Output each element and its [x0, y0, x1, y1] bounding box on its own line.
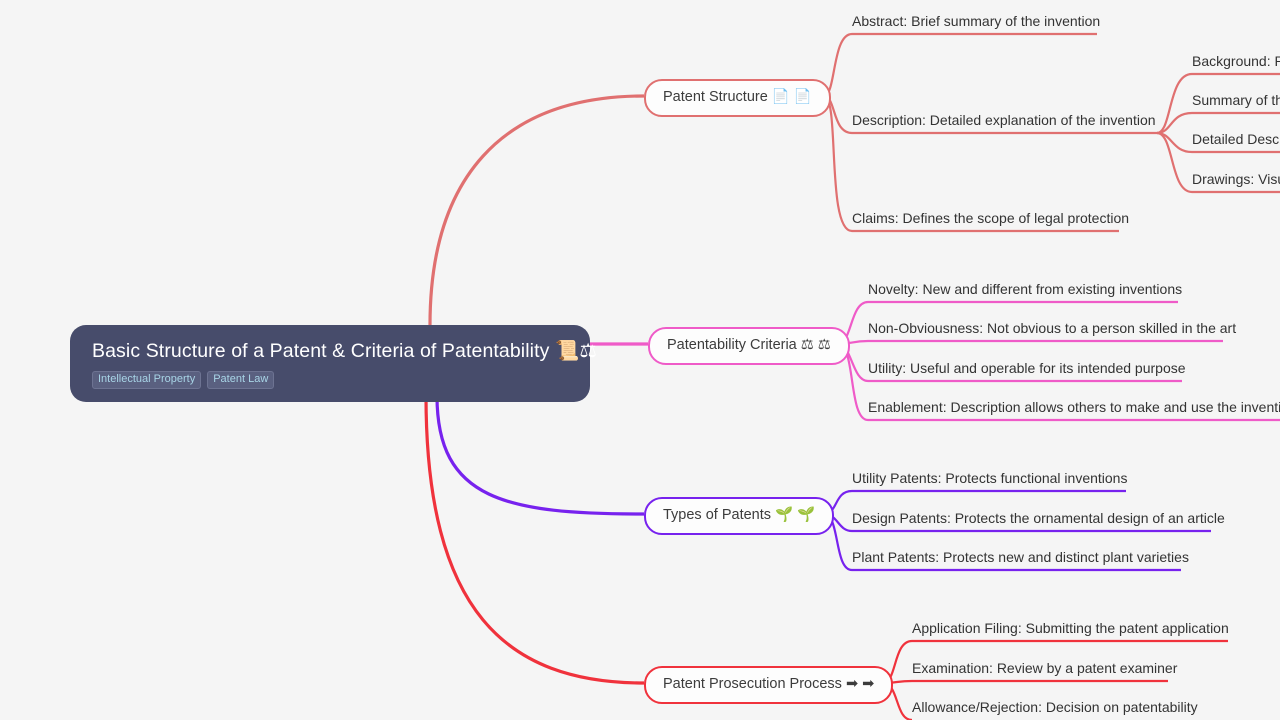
- link-description-summary: [1156, 111, 1193, 135]
- leaf-label-summary-of-invention: Summary of the Invention: [1192, 92, 1280, 108]
- leaf-label-claims: Claims: Defines the scope of legal prote…: [852, 210, 1130, 226]
- link-structure-claims: [823, 94, 853, 233]
- leaf-label-examination: Examination: Review by a patent examiner: [912, 660, 1178, 676]
- branch-node-patent-structure[interactable]: Patent Structure 📄 📄: [644, 79, 831, 117]
- branch-node-patent-prosecution-process[interactable]: Patent Prosecution Process ➡ ➡: [644, 666, 894, 704]
- mindmap-canvas: Basic Structure of a Patent & Criteria o…: [0, 0, 1280, 720]
- leaf-application-filing[interactable]: Application Filing: Submitting the paten…: [912, 619, 1229, 643]
- leaf-label-abstract: Abstract: Brief summary of the invention: [852, 13, 1101, 29]
- leaf-utility-criteria[interactable]: Utility: Useful and operable for its int…: [868, 359, 1186, 383]
- leaf-claims[interactable]: Claims: Defines the scope of legal prote…: [852, 209, 1129, 233]
- leaf-label-allowance-rejection: Allowance/Rejection: Decision on patenta…: [912, 699, 1198, 715]
- link-description-background: [1156, 72, 1193, 135]
- root-title: Basic Structure of a Patent & Criteria o…: [92, 340, 597, 362]
- leaf-enablement[interactable]: Enablement: Description allows others to…: [868, 398, 1280, 422]
- leaf-detailed-description[interactable]: Detailed Description of Embodiments: [1192, 130, 1280, 154]
- leaf-label-detailed-description: Detailed Description of Embodiments: [1192, 131, 1280, 147]
- leaf-background[interactable]: Background: Prior art and problem: [1192, 52, 1280, 76]
- leaf-label-plant-patents: Plant Patents: Protects new and distinct…: [852, 549, 1189, 565]
- branch-node-types-of-patents[interactable]: Types of Patents 🌱 🌱: [644, 497, 835, 535]
- branch-label-types-of-patents: Types of Patents 🌱 🌱: [663, 507, 816, 523]
- leaf-label-non-obviousness: Non-Obviousness: Not obvious to a person…: [868, 320, 1237, 336]
- leaf-label-enablement: Enablement: Description allows others to…: [868, 399, 1280, 415]
- leaf-description[interactable]: Description: Detailed explanation of the…: [852, 111, 1156, 135]
- leaf-label-design-patents: Design Patents: Protects the ornamental …: [852, 510, 1225, 526]
- link-description-drawings: [1156, 131, 1193, 194]
- branch-label-patentability-criteria: Patentability Criteria ⚖ ⚖: [667, 337, 831, 353]
- leaf-abstract[interactable]: Abstract: Brief summary of the invention: [852, 12, 1100, 36]
- leaf-non-obviousness[interactable]: Non-Obviousness: Not obvious to a person…: [868, 319, 1236, 343]
- leaf-drawings[interactable]: Drawings: Visual illustrations: [1192, 170, 1280, 194]
- leaf-label-novelty: Novelty: New and different from existing…: [868, 281, 1183, 297]
- link-root-patent-structure: [428, 94, 645, 326]
- branch-label-patent-prosecution-process: Patent Prosecution Process ➡ ➡: [663, 676, 875, 692]
- leaf-utility-patents[interactable]: Utility Patents: Protects functional inv…: [852, 469, 1127, 493]
- root-tag-list: Intellectual Property Patent Law: [92, 371, 568, 389]
- leaf-summary-of-invention[interactable]: Summary of the Invention: [1192, 91, 1280, 115]
- link-root-prosecution: [424, 395, 645, 685]
- root-tag-intellectual-property[interactable]: Intellectual Property: [92, 371, 202, 389]
- leaf-label-background: Background: Prior art and problem: [1192, 53, 1280, 69]
- leaf-novelty[interactable]: Novelty: New and different from existing…: [868, 280, 1182, 304]
- root-tag-patent-law[interactable]: Patent Law: [207, 371, 275, 389]
- leaf-plant-patents[interactable]: Plant Patents: Protects new and distinct…: [852, 548, 1189, 572]
- root-node[interactable]: Basic Structure of a Patent & Criteria o…: [70, 325, 597, 402]
- leaf-allowance-rejection[interactable]: Allowance/Rejection: Decision on patenta…: [912, 698, 1198, 720]
- leaf-label-drawings: Drawings: Visual illustrations: [1192, 171, 1280, 187]
- link-root-types: [435, 395, 645, 516]
- leaf-label-utility-criteria: Utility: Useful and operable for its int…: [868, 360, 1186, 376]
- leaf-label-utility-patents: Utility Patents: Protects functional inv…: [852, 470, 1128, 486]
- branch-label-patent-structure: Patent Structure 📄 📄: [663, 89, 812, 105]
- leaf-label-description: Description: Detailed explanation of the…: [852, 112, 1156, 128]
- branch-node-patentability-criteria[interactable]: Patentability Criteria ⚖ ⚖: [648, 327, 850, 365]
- leaf-design-patents[interactable]: Design Patents: Protects the ornamental …: [852, 509, 1225, 533]
- leaf-label-application-filing: Application Filing: Submitting the paten…: [912, 620, 1229, 636]
- leaf-examination[interactable]: Examination: Review by a patent examiner: [912, 659, 1177, 683]
- link-description-detailed: [1156, 131, 1193, 154]
